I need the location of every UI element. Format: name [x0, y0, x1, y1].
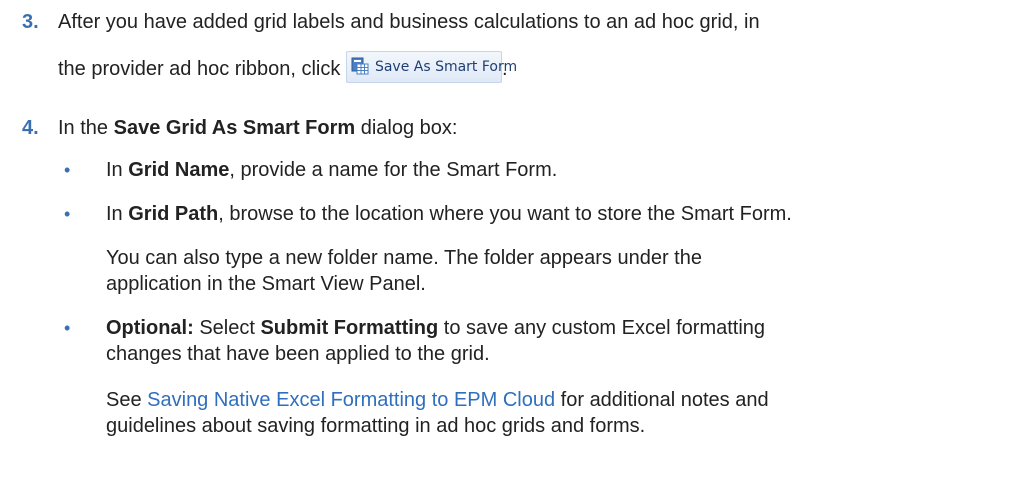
option-name: Submit Formatting	[260, 317, 439, 339]
text: to save any custom Excel formatting	[438, 317, 766, 339]
bullet-text: In Grid Path, browse to the location whe…	[106, 200, 792, 228]
text: See	[106, 389, 148, 411]
field-name: Grid Path	[128, 203, 219, 225]
saving-native-excel-formatting-link[interactable]: Saving Native Excel Formatting to EPM Cl…	[147, 389, 555, 411]
see-also-line: See Saving Native Excel Formatting to EP…	[106, 386, 769, 414]
bullet-paragraph-line: You can also type a new folder name. The…	[106, 247, 702, 269]
text: , provide a name for the Smart Form.	[229, 159, 558, 181]
text: , browse to the location where you want …	[218, 203, 792, 225]
step-text: the provider ad hoc ribbon, click	[58, 58, 341, 80]
step-text-line: After you have added grid labels and bus…	[58, 11, 760, 33]
bullet-icon: •	[64, 204, 71, 224]
bullet-paragraph-line: changes that have been applied to the gr…	[106, 343, 490, 365]
dialog-name: Save Grid As Smart Form	[113, 117, 356, 139]
step-text-line: the provider ad hoc ribbon, click Save A…	[58, 50, 517, 83]
field-name: Grid Name	[128, 159, 230, 181]
text: for additional notes and	[555, 389, 769, 411]
step-text: In the	[58, 117, 114, 139]
bullet-icon: •	[64, 160, 71, 180]
see-also-line: guidelines about saving formatting in ad…	[106, 415, 646, 437]
save-as-smart-form-button[interactable]: Save As Smart Form	[345, 50, 517, 83]
bullet-text: Optional: Select Submit Formatting to sa…	[106, 314, 765, 342]
bullet-text: In Grid Name, provide a name for the Sma…	[106, 156, 557, 184]
step-number: 3.	[22, 11, 39, 33]
grid-form-icon	[351, 57, 369, 75]
bullet-paragraph-line: application in the Smart View Panel.	[106, 273, 426, 295]
button-label: Save As Smart Form	[374, 58, 518, 75]
text: Select	[193, 317, 261, 339]
step-number: 4.	[22, 117, 39, 139]
text: In	[106, 159, 129, 181]
optional-label: Optional:	[106, 317, 194, 339]
text: In	[106, 203, 129, 225]
bullet-icon: •	[64, 318, 71, 338]
step-text-line: In the Save Grid As Smart Form dialog bo…	[58, 114, 457, 142]
step-text: dialog box:	[355, 117, 458, 139]
